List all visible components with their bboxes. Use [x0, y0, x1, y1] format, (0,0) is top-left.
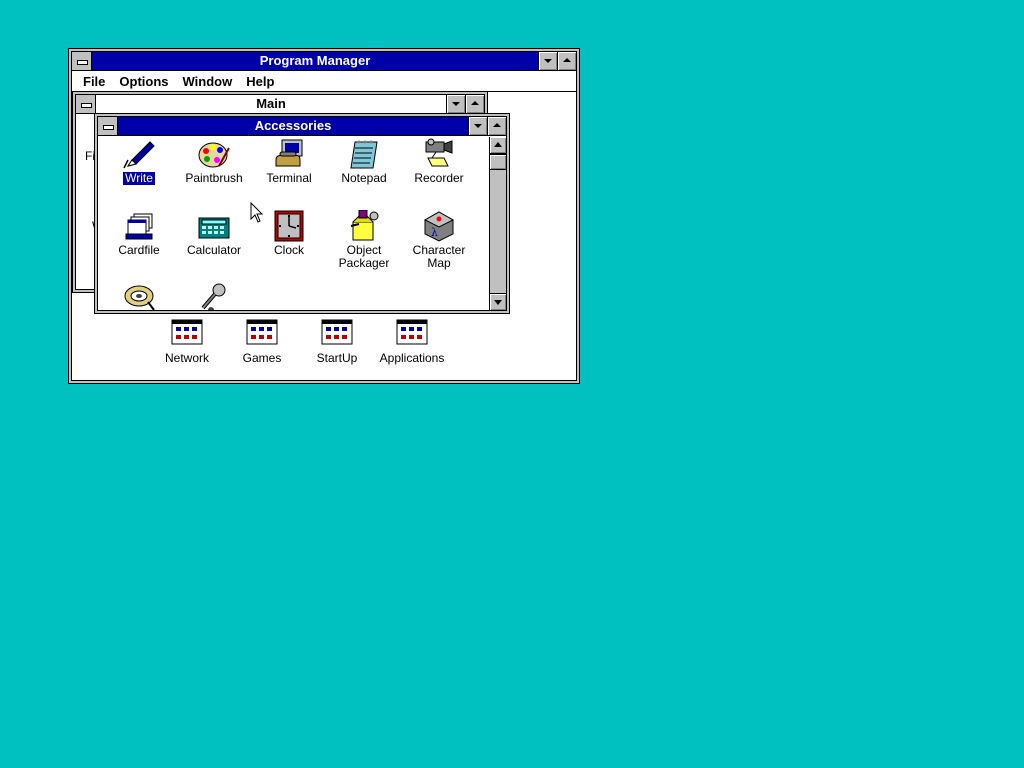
- menu-options[interactable]: Options: [112, 72, 175, 91]
- maximize-button[interactable]: [487, 117, 506, 135]
- group-icon-games[interactable]: Games: [224, 318, 300, 365]
- system-menu-button[interactable]: [72, 52, 92, 70]
- program-group-icon: [321, 319, 353, 345]
- program-item-write[interactable]: Write: [101, 138, 177, 185]
- group-icon-startup[interactable]: StartUp: [299, 318, 375, 365]
- program-item-recorder[interactable]: Recorder: [401, 138, 477, 185]
- program-group-icon: [171, 319, 203, 345]
- scroll-down-button[interactable]: [490, 293, 506, 310]
- program-label: Write: [123, 171, 155, 185]
- notepad-icon: [350, 140, 378, 169]
- menu-help[interactable]: Help: [239, 72, 281, 91]
- group-title: Main: [256, 96, 286, 111]
- accessories-window: Accessories Write Paintbrush Terminal No…: [94, 113, 510, 314]
- clock-icon: [274, 210, 304, 242]
- menu-bar: File Options Window Help: [72, 72, 576, 92]
- mouse-cursor-icon: [250, 202, 264, 223]
- group-label: Games: [242, 351, 282, 365]
- group-label: Applications: [379, 351, 445, 365]
- program-label: Paintbrush: [185, 171, 243, 185]
- program-label: Recorder: [414, 171, 464, 185]
- program-manager-titlebar[interactable]: Program Manager: [72, 52, 576, 71]
- group-icon-applications[interactable]: Applications: [374, 318, 450, 365]
- main-group-titlebar[interactable]: Main: [76, 95, 484, 114]
- vertical-scrollbar[interactable]: [489, 137, 506, 310]
- program-label: Terminal: [266, 171, 312, 185]
- maximize-button[interactable]: [557, 52, 576, 70]
- group-label: StartUp: [316, 351, 358, 365]
- minimize-button[interactable]: [446, 95, 465, 113]
- recorder-camera-icon: [425, 138, 453, 167]
- program-label: Notepad: [341, 171, 387, 185]
- program-item-character-map[interactable]: λ Character Map: [401, 210, 477, 270]
- svg-text:λ: λ: [431, 226, 438, 239]
- scroll-up-button[interactable]: [490, 137, 506, 154]
- group-title: Accessories: [254, 118, 332, 133]
- program-label: Calculator: [186, 243, 242, 257]
- program-item-media-player[interactable]: [101, 282, 177, 310]
- program-item-notepad[interactable]: Notepad: [326, 138, 402, 185]
- program-item-sound-recorder[interactable]: [176, 282, 252, 310]
- minimize-button[interactable]: [538, 52, 557, 70]
- menu-window[interactable]: Window: [176, 72, 240, 91]
- terminal-phone-icon: [275, 139, 303, 167]
- sound-recorder-mic-icon: [201, 283, 226, 310]
- character-map-icon: λ: [423, 211, 455, 242]
- program-group-icon: [246, 319, 278, 345]
- program-label: Character Map: [412, 243, 466, 270]
- menu-file[interactable]: File: [76, 72, 112, 91]
- minimize-button[interactable]: [468, 117, 487, 135]
- window-title: Program Manager: [259, 53, 371, 68]
- program-label: Cardfile: [118, 243, 160, 257]
- program-item-object-packager[interactable]: Object Packager: [326, 210, 402, 270]
- program-label: Object Packager: [338, 243, 390, 270]
- program-label: Clock: [273, 243, 304, 257]
- group-label: Network: [164, 351, 209, 365]
- object-packager-icon: [350, 210, 379, 241]
- system-menu-button[interactable]: [76, 95, 96, 113]
- maximize-button[interactable]: [465, 95, 484, 113]
- program-item-paintbrush[interactable]: Paintbrush: [176, 138, 252, 185]
- group-icon-network[interactable]: Network: [149, 318, 225, 365]
- write-pen-icon: [123, 141, 155, 169]
- paint-palette-icon: [198, 142, 230, 168]
- cardfile-icon: [125, 213, 153, 240]
- program-item-cardfile[interactable]: Cardfile: [101, 210, 177, 257]
- calculator-icon: [198, 217, 230, 239]
- program-group-icon: [396, 319, 428, 345]
- system-menu-button[interactable]: [98, 117, 118, 135]
- media-player-reel-icon: [124, 285, 155, 310]
- scroll-thumb[interactable]: [490, 154, 506, 170]
- program-item-terminal[interactable]: Terminal: [251, 138, 327, 185]
- program-item-calculator[interactable]: Calculator: [176, 210, 252, 257]
- accessories-titlebar[interactable]: Accessories: [98, 117, 506, 136]
